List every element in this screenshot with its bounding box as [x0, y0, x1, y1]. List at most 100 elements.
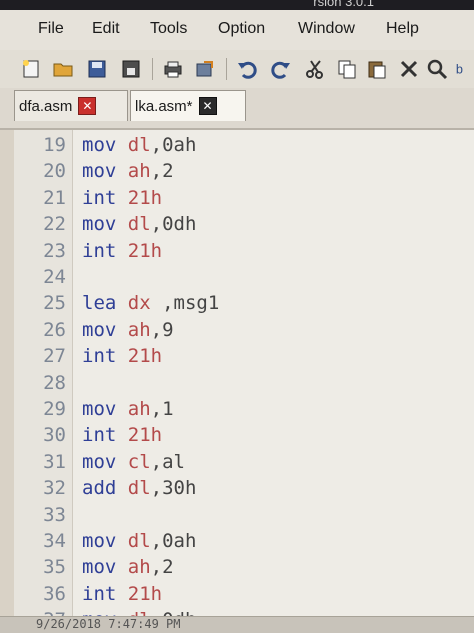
operand: ah: [127, 556, 151, 579]
code-line[interactable]: 36 int 21h: [14, 583, 474, 609]
export-icon[interactable]: [194, 58, 216, 80]
code-text: lea dx ,msg1: [82, 292, 219, 314]
close-icon[interactable]: ✕: [78, 97, 97, 115]
code-editor[interactable]: 19 mov dl,0ah 20 mov ah,2 21 int 21h 22 mov dl,…: [14, 130, 474, 616]
operand: dl: [127, 213, 151, 236]
code-line[interactable]: 35 mov ah,2: [14, 556, 474, 582]
operand: dl: [128, 609, 151, 616]
instruction: mov: [82, 318, 117, 341]
operand-tail: ,2: [150, 160, 174, 183]
replace-icon[interactable]: b: [454, 58, 474, 80]
instruction: mov: [82, 213, 117, 236]
code-line[interactable]: 27 int 21h: [14, 345, 474, 371]
instruction: lea: [82, 292, 117, 315]
code-text: int 21h: [82, 187, 162, 209]
code-line[interactable]: 31 mov cl,al: [14, 451, 474, 477]
operand-tail: ,al: [150, 450, 185, 473]
code-line[interactable]: 34 mov dl,0ah: [14, 530, 474, 556]
code-line[interactable]: 29 mov ah,1: [14, 398, 474, 424]
operand-tail: ,9: [150, 318, 174, 341]
code-line[interactable]: 26 mov ah,9: [14, 319, 474, 345]
operand: ah: [127, 398, 151, 420]
menu-edit[interactable]: Edit: [92, 20, 120, 38]
operand: 21h: [127, 186, 163, 209]
code-line[interactable]: 25 lea dx ,msg1: [14, 292, 474, 318]
open-folder-icon[interactable]: [52, 58, 74, 80]
instruction: mov: [82, 530, 117, 552]
tab-label: dfa.asm: [19, 97, 73, 115]
code-text: mov ah,2: [82, 160, 174, 182]
redo-icon[interactable]: [270, 58, 292, 80]
code-text: mov ah,1: [82, 398, 174, 420]
save-all-icon[interactable]: [120, 58, 142, 80]
menu-help[interactable]: Help: [386, 20, 419, 38]
code-line[interactable]: 22 mov dl,0dh: [14, 213, 474, 239]
status-bar: 9/26/2018 7:47:49 PM: [0, 616, 474, 633]
print-icon[interactable]: [162, 58, 184, 80]
code-line[interactable]: 21 int 21h: [14, 187, 474, 213]
undo-icon[interactable]: [236, 58, 258, 80]
instruction: mov: [82, 450, 117, 473]
code-text: mov ah,2: [82, 556, 174, 578]
instruction: mov: [82, 134, 117, 156]
line-number: 25: [43, 292, 66, 315]
line-number: 30: [43, 424, 66, 447]
code-line[interactable]: 28: [14, 372, 474, 398]
save-icon[interactable]: [86, 58, 108, 80]
copy-icon[interactable]: [336, 58, 358, 80]
menu-file[interactable]: File: [38, 20, 64, 38]
code-line[interactable]: 19 mov dl,0ah: [14, 134, 474, 160]
instruction: mov: [82, 609, 116, 616]
operand-tail: ,30h: [150, 477, 197, 500]
instruction: mov: [82, 160, 117, 183]
toolbar: b: [0, 50, 474, 89]
toolbar-separator: [152, 58, 153, 80]
menu-tools[interactable]: Tools: [150, 20, 187, 38]
operand: ah: [127, 318, 151, 341]
instruction: int: [82, 186, 117, 209]
line-number: 33: [43, 503, 66, 526]
code-line[interactable]: 24: [14, 266, 474, 292]
status-timestamp: 9/26/2018 7:47:49 PM: [36, 617, 181, 631]
code-text: mov dl,0dh: [82, 213, 196, 235]
paste-icon[interactable]: [366, 58, 388, 80]
operand-tail: ,2: [150, 556, 174, 579]
code-line[interactable]: 23 int 21h: [14, 240, 474, 266]
instruction: mov: [82, 556, 117, 579]
operand: 21h: [127, 239, 163, 262]
code-text: int 21h: [82, 240, 162, 262]
tab-lka-asm[interactable]: lka.asm* ✕: [130, 90, 246, 121]
code-line[interactable]: 37 mov dl,0dh: [14, 609, 474, 616]
operand: dl: [127, 477, 151, 500]
line-number: 36: [43, 582, 66, 605]
find-icon[interactable]: [426, 58, 448, 80]
code-line[interactable]: 32 add dl,30h: [14, 477, 474, 503]
menu-window[interactable]: Window: [298, 20, 355, 38]
delete-icon[interactable]: [398, 58, 420, 80]
operand-tail: ,msg1: [150, 292, 220, 315]
tab-dfa-asm[interactable]: dfa.asm ✕: [14, 90, 128, 121]
tab-bar: dfa.asm ✕ lka.asm* ✕: [0, 88, 474, 130]
line-number: 24: [43, 266, 66, 288]
instruction: int: [82, 345, 117, 368]
svg-text:b: b: [456, 62, 463, 77]
line-number: 20: [43, 160, 66, 183]
line-number: 21: [43, 186, 66, 209]
code-text: mov dl,0dh: [82, 609, 196, 616]
cut-icon[interactable]: [304, 58, 326, 80]
new-file-icon[interactable]: [20, 58, 42, 80]
instruction: add: [82, 477, 117, 500]
operand-tail: ,0ah: [150, 530, 197, 552]
menu-option[interactable]: Option: [218, 20, 265, 38]
instruction: mov: [82, 398, 117, 420]
operand-tail: ,1: [150, 398, 174, 420]
code-line[interactable]: 20 mov ah,2: [14, 160, 474, 186]
operand: cl: [127, 450, 151, 473]
close-icon[interactable]: ✕: [198, 97, 217, 115]
code-line[interactable]: 33: [14, 504, 474, 530]
operand: dx: [127, 292, 151, 315]
code-line[interactable]: 30 int 21h: [14, 424, 474, 450]
window-title: rsion 3.0.1: [313, 0, 374, 9]
line-number: 19: [43, 134, 66, 156]
instruction: int: [82, 424, 117, 447]
